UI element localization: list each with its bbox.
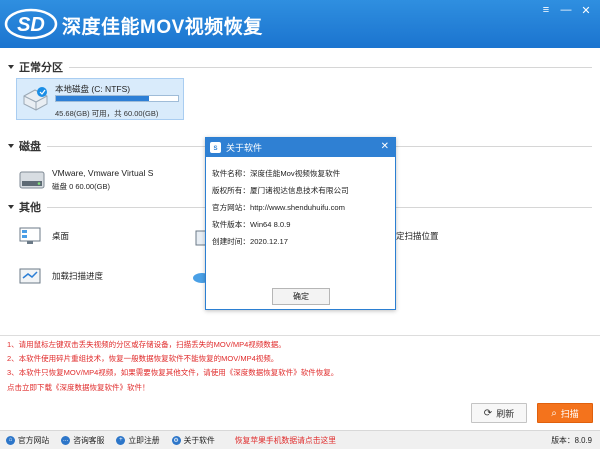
dialog-row-website: 官方网站：http://www.shenduhuifu.com bbox=[212, 203, 345, 212]
dialog-row-created: 创建时间：2020.12.17 bbox=[212, 237, 288, 246]
divider bbox=[69, 66, 592, 68]
other-item-label: 定扫描位置 bbox=[396, 231, 439, 241]
load-progress-icon bbox=[18, 265, 42, 287]
other-item-load-progress[interactable]: 加载扫描进度 bbox=[18, 263, 103, 289]
collapse-arrow-icon[interactable] bbox=[8, 144, 14, 148]
title-bar: SD 深度佳能MOV视频恢复 ≡ — ✕ bbox=[0, 0, 600, 48]
usage-bar-fill bbox=[56, 96, 149, 101]
search-icon: ⌕ bbox=[551, 407, 557, 419]
section-label: 正常分区 bbox=[19, 62, 63, 74]
note-line: 2、本软件使用碎片重组技术，恢复一般数据恢复软件不能恢复的MOV/MP4视频。 bbox=[7, 354, 279, 364]
instructions: 1、请用鼠标左键双击丢失视频的分区或存储设备，扫描丢失的MOV/MP4视频数据。… bbox=[7, 338, 338, 395]
app-logo-icon: SD bbox=[4, 8, 58, 40]
hard-disk-icon bbox=[19, 171, 45, 189]
dialog-app-icon: S bbox=[210, 142, 221, 153]
usage-bar bbox=[55, 95, 179, 102]
status-bar: ⌂ 官方网站 … 咨询客服 + 立即注册 ⚙ 关于软件 恢复苹果手机数据请点击这… bbox=[0, 430, 600, 449]
home-icon: ⌂ bbox=[6, 435, 15, 445]
minimize-icon[interactable]: — bbox=[556, 2, 576, 18]
section-label: 其他 bbox=[19, 202, 41, 214]
app-title: 深度佳能MOV视频恢复 bbox=[62, 17, 263, 38]
footer-label: 立即注册 bbox=[128, 435, 160, 445]
disk-name: VMware, Vmware Virtual S bbox=[52, 168, 154, 178]
logo-text: SD bbox=[17, 14, 45, 36]
download-link[interactable]: 点击立即下载《深度数据恢复软件》软件！ bbox=[7, 381, 338, 395]
desktop-icon bbox=[18, 225, 42, 247]
footer-label: 咨询客服 bbox=[73, 435, 105, 445]
partition-item[interactable]: 本地磁盘 (C: NTFS) 45.68(GB) 可用，共 60.00(GB) bbox=[16, 78, 184, 120]
note-line: 1、请用鼠标左键双击丢失视频的分区或存储设备，扫描丢失的MOV/MP4视频数据。 bbox=[7, 340, 286, 349]
scan-button[interactable]: ⌕ 扫描 bbox=[537, 403, 593, 423]
note-line: 3、本软件只恢复MOV/MP4视频，如果需要恢复其他文件，请使用《深度数据恢复软… bbox=[7, 368, 339, 378]
dialog-title-bar: S 关于软件 ✕ bbox=[206, 138, 395, 157]
window-controls: ≡ — ✕ bbox=[536, 2, 596, 18]
dialog-title: 关于软件 bbox=[226, 143, 263, 153]
menu-icon[interactable]: ≡ bbox=[536, 2, 556, 18]
dialog-row-name: 软件名称：深度佳能Mov视频恢复软件 bbox=[212, 169, 341, 178]
ok-button[interactable]: 确定 bbox=[272, 288, 330, 305]
footer-label: 官方网站 bbox=[18, 435, 50, 445]
disk-item[interactable]: VMware, Vmware Virtual S 磁盘 0 60.00(GB) bbox=[18, 166, 218, 196]
collapse-arrow-icon[interactable] bbox=[8, 65, 14, 69]
other-item-label: 桌面 bbox=[52, 231, 70, 241]
drive-icon bbox=[23, 87, 48, 111]
footer-support[interactable]: … 咨询客服 bbox=[61, 435, 104, 446]
partition-size: 45.68(GB) 可用，共 60.00(GB) bbox=[55, 109, 159, 118]
svg-text:S: S bbox=[213, 146, 217, 152]
iphone-recovery-link[interactable]: 恢复苹果手机数据请点击这里 bbox=[235, 435, 336, 446]
footer-official-site[interactable]: ⌂ 官方网站 bbox=[6, 435, 49, 446]
refresh-icon: ⟳ bbox=[483, 407, 493, 419]
gear-icon: ⚙ bbox=[171, 435, 181, 445]
section-label: 磁盘 bbox=[19, 141, 41, 153]
partition-name: 本地磁盘 (C: NTFS) bbox=[55, 84, 131, 94]
dialog-close-icon[interactable]: ✕ bbox=[381, 141, 389, 152]
other-item-label: 加载扫描进度 bbox=[52, 271, 104, 281]
close-icon[interactable]: ✕ bbox=[576, 2, 596, 18]
dialog-row-copyright: 版权所有：厦门诸视达信息技术有限公司 bbox=[212, 186, 349, 195]
chat-icon: … bbox=[61, 435, 71, 445]
refresh-button[interactable]: ⟳ 刷新 bbox=[471, 403, 527, 423]
dialog-row-version: 软件版本：Win64 8.0.9 bbox=[212, 220, 291, 229]
other-item-location[interactable]: 定扫描位置 bbox=[396, 223, 439, 249]
collapse-arrow-icon[interactable] bbox=[8, 205, 14, 209]
section-partitions: 正常分区 bbox=[8, 60, 592, 74]
scan-label: 扫描 bbox=[560, 408, 579, 419]
refresh-label: 刷新 bbox=[496, 408, 515, 419]
version-label: 版本：8.0.9 bbox=[551, 436, 592, 445]
footer-label: 关于软件 bbox=[183, 435, 215, 445]
footer-register[interactable]: + 立即注册 bbox=[116, 435, 160, 446]
footer-about[interactable]: ⚙ 关于软件 bbox=[171, 435, 215, 446]
about-dialog: S 关于软件 ✕ 软件名称：深度佳能Mov视频恢复软件 版权所有：厦门诸视达信息… bbox=[205, 137, 396, 310]
disk-size: 磁盘 0 60.00(GB) bbox=[52, 182, 110, 191]
register-icon: + bbox=[116, 435, 126, 445]
other-item-desktop[interactable]: 桌面 bbox=[18, 223, 69, 249]
